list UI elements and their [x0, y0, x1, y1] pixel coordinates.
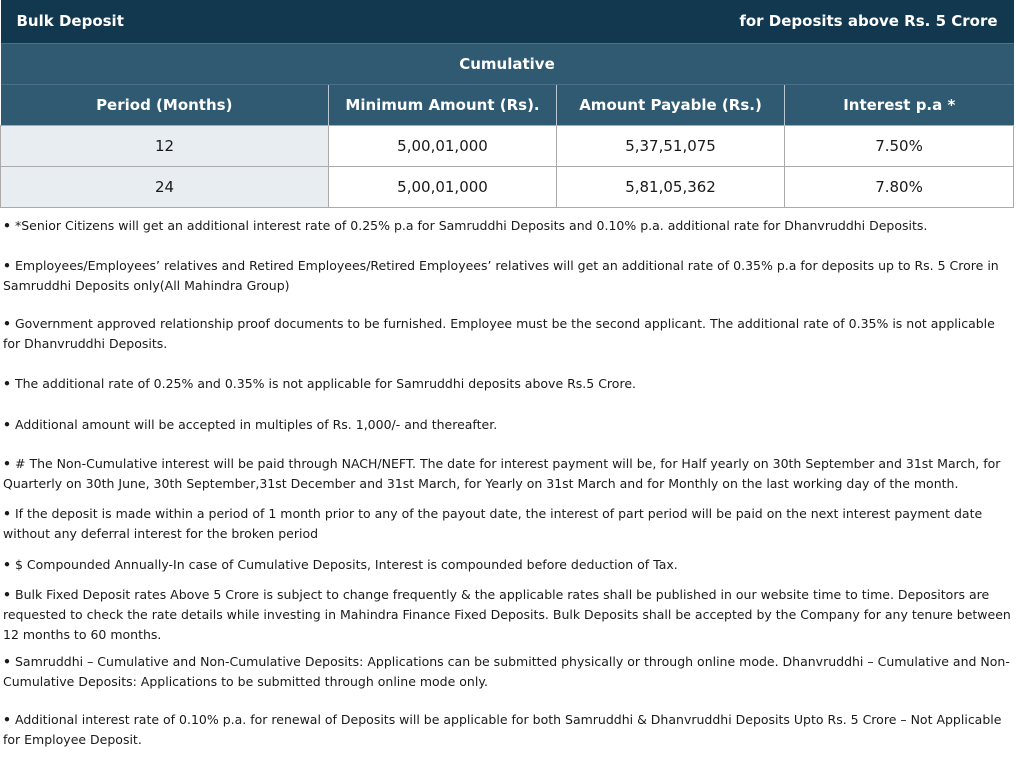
bullet-icon: •	[3, 654, 11, 669]
column-header-amount-payable: Amount Payable (Rs.)	[556, 83, 785, 125]
category-row: Cumulative	[0, 42, 1014, 84]
minimum-amount-cell: 5,00,01,000	[327, 165, 558, 208]
amount-payable-cell: 5,37,51,075	[556, 124, 786, 167]
bullet-icon: •	[3, 417, 11, 432]
note-item: • If the deposit is made within a period …	[3, 504, 1011, 544]
note-item: • Bulk Fixed Deposit rates Above 5 Crore …	[3, 585, 1011, 645]
table-row: 12 5,00,01,000 5,37,51,075 7.50%	[0, 124, 1015, 167]
note-item: • Additional amount will be accepted in m…	[3, 415, 1011, 435]
note-text: Additional interest rate of 0.10% p.a. f…	[3, 712, 1002, 747]
period-cell: 12	[0, 124, 329, 167]
bullet-icon: •	[3, 506, 11, 521]
bulk-deposit-rate-table: Bulk Deposit for Deposits above Rs. 5 Cr…	[0, 0, 1015, 208]
note-text: The additional rate of 0.25% and 0.35% i…	[15, 376, 636, 391]
bullet-icon: •	[3, 557, 11, 572]
column-header-period: Period (Months)	[0, 83, 329, 125]
note-item: • Government approved relationship proof …	[3, 314, 1011, 354]
note-item: • The additional rate of 0.25% and 0.35% …	[3, 374, 1011, 394]
amount-payable-cell: 5,81,05,362	[556, 165, 786, 208]
column-header-interest: Interest p.a *	[784, 83, 1014, 125]
bullet-icon: •	[3, 712, 11, 727]
note-item: • Employees/Employees’ relatives and Reti…	[3, 256, 1011, 296]
bullet-icon: •	[3, 376, 11, 391]
bullet-icon: •	[3, 456, 11, 471]
bullet-icon: •	[3, 218, 11, 233]
bullet-icon: •	[3, 316, 11, 331]
note-text: If the deposit is made within a period o…	[3, 506, 983, 541]
period-cell: 24	[0, 165, 329, 208]
note-text: *Senior Citizens will get an additional …	[15, 218, 928, 233]
note-item: • Additional interest rate of 0.10% p.a. …	[3, 710, 1011, 750]
note-item: • *Senior Citizens will get an additional…	[3, 216, 1011, 236]
note-text: Employees/Employees’ relatives and Retir…	[3, 258, 999, 293]
note-text: $ Compounded Annually-In case of Cumulat…	[15, 557, 678, 572]
note-text: Government approved relationship proof d…	[3, 316, 995, 351]
category-label: Cumulative	[0, 42, 1014, 84]
interest-cell: 7.80%	[784, 165, 1015, 208]
note-item: • Samruddhi – Cumulative and Non-Cumulati…	[3, 652, 1011, 692]
table-subtitle: for Deposits above Rs. 5 Crore	[556, 0, 1014, 43]
note-text: # The Non-Cumulative interest will be pa…	[3, 456, 1001, 491]
note-item: • # The Non-Cumulative interest will be p…	[3, 454, 1011, 494]
minimum-amount-cell: 5,00,01,000	[327, 124, 558, 167]
bullet-icon: •	[3, 258, 11, 273]
note-text: Additional amount will be accepted in mu…	[15, 417, 498, 432]
table-title-row: Bulk Deposit for Deposits above Rs. 5 Cr…	[0, 0, 1014, 43]
table-title: Bulk Deposit	[0, 0, 557, 43]
interest-cell: 7.50%	[784, 124, 1015, 167]
note-item: • $ Compounded Annually-In case of Cumula…	[3, 555, 1011, 575]
note-text: Bulk Fixed Deposit rates Above 5 Crore i…	[3, 587, 1011, 642]
column-header-row: Period (Months) Minimum Amount (Rs). Amo…	[0, 83, 1014, 125]
table-row: 24 5,00,01,000 5,81,05,362 7.80%	[0, 165, 1015, 208]
bullet-icon: •	[3, 587, 11, 602]
column-header-minimum-amount: Minimum Amount (Rs).	[327, 83, 557, 125]
note-text: Samruddhi – Cumulative and Non-Cumulativ…	[3, 654, 1010, 689]
